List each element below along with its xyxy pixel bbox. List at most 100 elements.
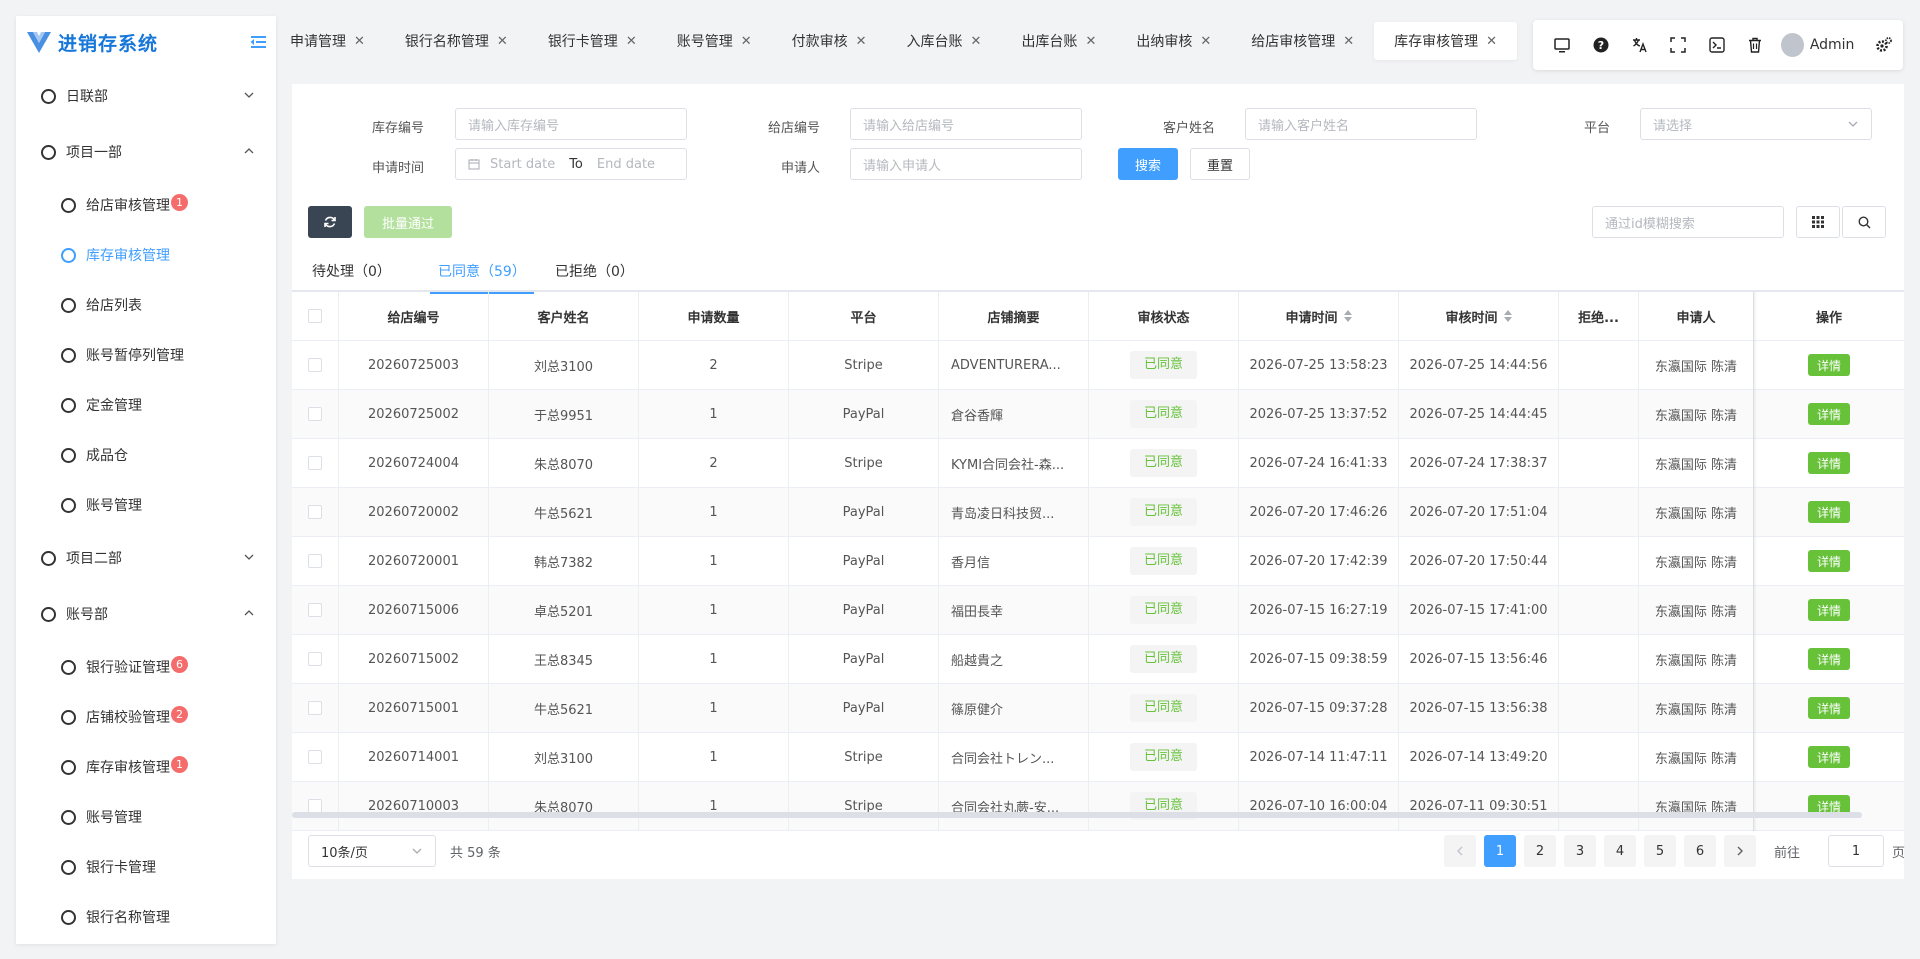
tab-rejected[interactable]: 已拒绝（0） — [555, 250, 634, 292]
close-icon[interactable]: ✕ — [1200, 34, 1211, 49]
horizontal-scrollbar[interactable] — [292, 812, 1862, 818]
row-checkbox[interactable] — [308, 456, 322, 470]
sort-icon[interactable] — [1503, 310, 1512, 322]
menu-group-project-2[interactable]: 项目二部 — [16, 530, 276, 586]
platform-select[interactable]: 请选择 — [1640, 108, 1872, 140]
row-checkbox[interactable] — [308, 603, 322, 617]
detail-button[interactable]: 详情 — [1808, 599, 1850, 621]
detail-button[interactable]: 详情 — [1808, 501, 1850, 523]
sidebar-item-accounts-2[interactable]: 账号管理 — [16, 792, 276, 842]
detail-button[interactable]: 详情 — [1808, 550, 1850, 572]
detail-button[interactable]: 详情 — [1808, 746, 1850, 768]
row-checkbox[interactable] — [308, 505, 322, 519]
action-cell: 详情 — [1754, 684, 1904, 732]
menu-group-rilian[interactable]: 日联部 — [16, 68, 276, 124]
detail-button[interactable]: 详情 — [1808, 697, 1850, 719]
sidebar-item-deposit[interactable]: 定金管理 — [16, 380, 276, 430]
close-icon[interactable]: ✕ — [971, 34, 982, 49]
applicant-input[interactable]: 请输入申请人 — [850, 148, 1082, 180]
page-size-select[interactable]: 10条/页 — [308, 835, 436, 867]
goto-page-input[interactable]: 1 — [1828, 835, 1884, 867]
page-button[interactable]: 1 — [1484, 835, 1516, 867]
search-button-icon[interactable] — [1842, 206, 1886, 238]
page-button[interactable]: 5 — [1644, 835, 1676, 867]
page-button[interactable]: 6 — [1684, 835, 1716, 867]
sidebar-item-accounts[interactable]: 账号管理 — [16, 480, 276, 530]
close-icon[interactable]: ✕ — [741, 34, 752, 49]
tab-accounts[interactable]: 账号管理 ✕ — [657, 22, 772, 60]
row-checkbox[interactable] — [308, 750, 322, 764]
sidebar-item-bank-card[interactable]: 银行卡管理 — [16, 842, 276, 892]
sidebar-item-shop-verify[interactable]: 店铺校验管理 2 — [16, 692, 276, 742]
tab-cashier-review[interactable]: 出纳审核 ✕ — [1116, 22, 1231, 60]
detail-button[interactable]: 详情 — [1808, 354, 1850, 376]
close-icon[interactable]: ✕ — [497, 34, 508, 49]
sort-icon[interactable] — [1343, 310, 1352, 322]
detail-button[interactable]: 详情 — [1808, 648, 1850, 670]
shop-no-input[interactable]: 请输入给店编号 — [850, 108, 1082, 140]
sidebar-item-warehouse[interactable]: 成品仓 — [16, 430, 276, 480]
sidebar-item-shop-review[interactable]: 给店审核管理 1 — [16, 180, 276, 230]
menu-collapse-icon[interactable] — [248, 32, 268, 52]
avatar[interactable] — [1780, 33, 1804, 57]
tab-approved[interactable]: 已同意（59） — [430, 250, 534, 294]
page-button[interactable]: 4 — [1604, 835, 1636, 867]
next-page-button[interactable] — [1724, 835, 1756, 867]
batch-approve-button[interactable]: 批量通过 — [364, 206, 452, 238]
tab-shop-review[interactable]: 给店审核管理 ✕ — [1231, 22, 1374, 60]
row-checkbox[interactable] — [308, 799, 322, 813]
tab-outbound-ledger[interactable]: 出库台账 ✕ — [1001, 22, 1116, 60]
page-button[interactable]: 2 — [1524, 835, 1556, 867]
close-icon[interactable]: ✕ — [354, 34, 365, 49]
sidebar-item-bank-verify[interactable]: 银行验证管理 6 — [16, 642, 276, 692]
date-range-picker[interactable]: Start date To End date — [455, 148, 687, 180]
column-header-sortable[interactable]: 审核时间 — [1399, 292, 1559, 340]
customer-input[interactable]: 请输入客户姓名 — [1245, 108, 1477, 140]
menu-group-account-dept[interactable]: 账号部 — [16, 586, 276, 642]
reset-button[interactable]: 重置 — [1190, 148, 1250, 180]
tab-stock-review[interactable]: 库存审核管理 ✕ — [1374, 22, 1518, 60]
sidebar-item-bank-name[interactable]: 银行名称管理 — [16, 892, 276, 942]
row-checkbox[interactable] — [308, 652, 322, 666]
close-icon[interactable]: ✕ — [1085, 34, 1096, 49]
sidebar-item-stock-review-2[interactable]: 库存审核管理 1 — [16, 742, 276, 792]
row-checkbox[interactable] — [308, 701, 322, 715]
user-name[interactable]: Admin — [1810, 37, 1855, 53]
close-icon[interactable]: ✕ — [856, 34, 867, 49]
prev-page-button[interactable] — [1444, 835, 1476, 867]
tab-bank-name[interactable]: 银行名称管理 ✕ — [385, 22, 528, 60]
row-checkbox[interactable] — [308, 554, 322, 568]
close-icon[interactable]: ✕ — [1486, 34, 1497, 49]
close-icon[interactable]: ✕ — [1343, 34, 1354, 49]
close-icon[interactable]: ✕ — [626, 34, 637, 49]
tab-inbound-ledger[interactable]: 入库台账 ✕ — [887, 22, 1002, 60]
stock-no-input[interactable]: 请输入库存编号 — [455, 108, 687, 140]
tab-bank-card[interactable]: 银行卡管理 ✕ — [528, 22, 657, 60]
detail-button[interactable]: 详情 — [1808, 452, 1850, 474]
detail-button[interactable]: 详情 — [1808, 403, 1850, 425]
settings-icon[interactable] — [1864, 25, 1903, 65]
search-button[interactable]: 搜索 — [1118, 148, 1178, 180]
menu-group-project-1[interactable]: 项目一部 — [16, 124, 276, 180]
trash-icon[interactable] — [1736, 25, 1775, 65]
tab-payment-review[interactable]: 付款审核 ✕ — [772, 22, 887, 60]
monitor-icon[interactable] — [1543, 25, 1582, 65]
column-header-sortable[interactable]: 申请时间 — [1239, 292, 1399, 340]
grid-view-button[interactable] — [1796, 206, 1840, 238]
select-all-checkbox[interactable] — [308, 309, 322, 323]
status-cell: 已同意 — [1089, 635, 1239, 683]
sidebar-item-account-suspend[interactable]: 账号暂停列管理 — [16, 330, 276, 380]
sidebar-item-shop-list[interactable]: 给店列表 — [16, 280, 276, 330]
help-icon[interactable]: ? — [1582, 25, 1621, 65]
tab-pending[interactable]: 待处理（0） — [312, 250, 391, 292]
id-search-input[interactable]: 通过id模糊搜索 — [1592, 206, 1784, 238]
fullscreen-icon[interactable] — [1659, 25, 1698, 65]
translate-icon[interactable] — [1620, 25, 1659, 65]
row-checkbox[interactable] — [308, 358, 322, 372]
page-button[interactable]: 3 — [1564, 835, 1596, 867]
row-checkbox[interactable] — [308, 407, 322, 421]
tab-apply[interactable]: 申请管理 ✕ — [282, 22, 385, 60]
refresh-button[interactable] — [308, 206, 352, 238]
terminal-icon[interactable] — [1697, 25, 1736, 65]
sidebar-item-stock-review[interactable]: 库存审核管理 — [16, 230, 276, 280]
